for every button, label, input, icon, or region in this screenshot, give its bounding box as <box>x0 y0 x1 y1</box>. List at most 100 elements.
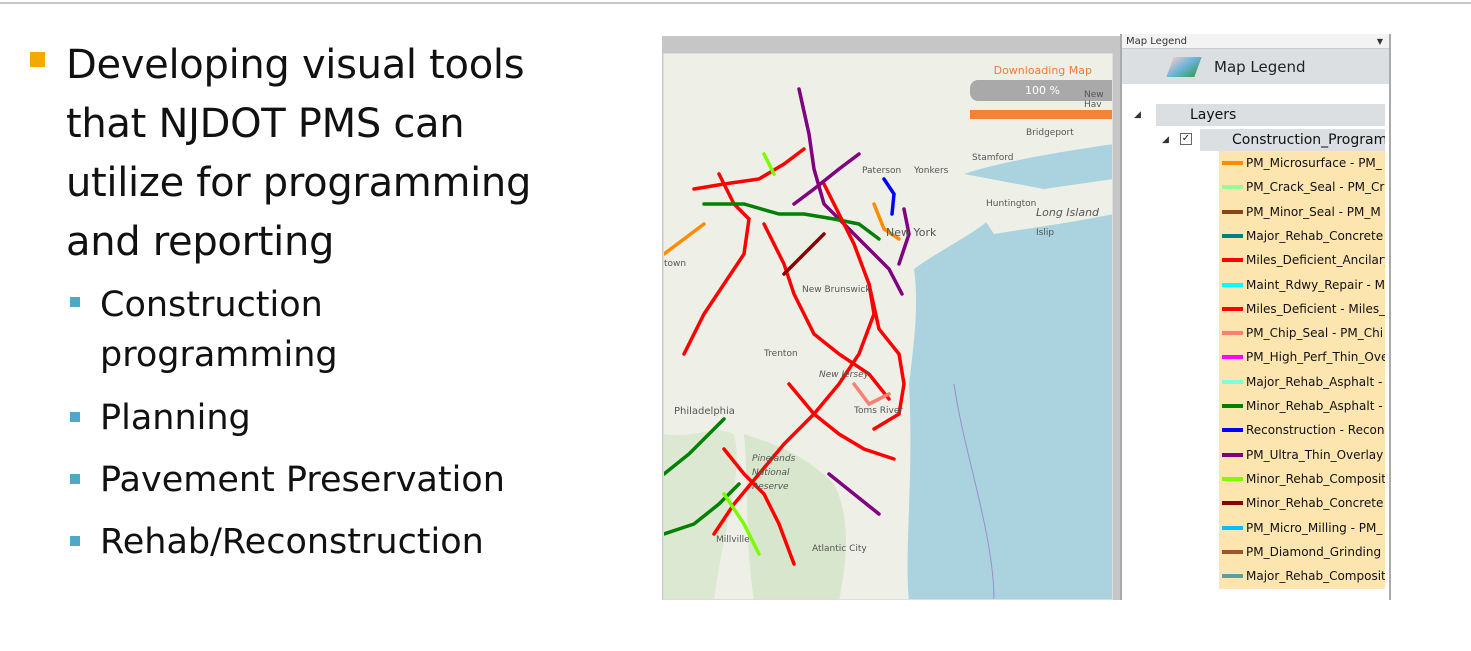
legend-title-bar: Map Legend <box>1122 49 1389 84</box>
legend-item-label: Minor_Rehab_Composit <box>1246 471 1385 486</box>
map-label: Millville <box>716 535 750 545</box>
legend-title: Map Legend <box>1214 57 1306 76</box>
map-view[interactable]: Downloading Map 100 % New Hav Bridgeport… <box>663 53 1113 600</box>
legend-swatch <box>1222 306 1243 311</box>
legend-item-label: PM_Crack_Seal - PM_Cr <box>1246 180 1385 195</box>
legend-swatch <box>1222 185 1243 190</box>
legend-item[interactable]: ✓Minor_Rehab_Composit <box>1219 467 1385 491</box>
legend-swatch <box>1222 331 1243 336</box>
map-label: New York <box>886 226 937 239</box>
legend-item[interactable]: ✓Major_Rehab_Composit <box>1219 564 1385 588</box>
legend-item[interactable]: ✓Minor_Rehab_Concrete <box>1219 491 1385 515</box>
sub-bullet-rehab: Rehab/Reconstruction <box>100 522 484 562</box>
legend-swatch <box>1222 549 1243 554</box>
legend-item-label: Minor_Rehab_Concrete <box>1246 496 1384 511</box>
legend-item[interactable]: ✓PM_Crack_Seal - PM_Cr <box>1219 175 1385 199</box>
collapse-triangle-icon[interactable]: ◢ <box>1134 110 1141 120</box>
legend-swatch <box>1222 258 1243 263</box>
legend-item[interactable]: ✓Maint_Rdwy_Repair - M <box>1219 273 1385 297</box>
legend-swatch <box>1222 476 1243 481</box>
map-label: New Hav <box>1084 90 1104 110</box>
legend-item-label: Maint_Rdwy_Repair - M <box>1246 277 1385 292</box>
legend-item-label: Minor_Rehab_Asphalt - <box>1246 399 1383 413</box>
map-label: Stamford <box>972 153 1014 163</box>
map-label: Paterson <box>862 166 902 176</box>
legend-item-label: PM_Chip_Seal - PM_Chi <box>1246 326 1384 341</box>
legend-item[interactable]: ✓PM_Minor_Seal - PM_M <box>1219 200 1385 224</box>
sub-bullet-marker <box>70 536 80 546</box>
legend-item-label: Major_Rehab_Concrete <box>1246 228 1384 243</box>
legend-swatch <box>1222 355 1243 360</box>
map-window: Downloading Map 100 % New Hav Bridgeport… <box>662 36 1120 600</box>
legend-item[interactable]: ✓Major_Rehab_Concrete <box>1219 224 1385 248</box>
map-label: New Jersey <box>819 370 869 380</box>
legend-item-label: Major_Rehab_Composit <box>1246 569 1385 584</box>
legend-swatch <box>1222 161 1243 165</box>
legend-swatch <box>1222 525 1243 530</box>
legend-swatch <box>1222 233 1243 238</box>
map-label: Atlantic City <box>812 544 867 554</box>
map-label: Trenton <box>764 349 798 359</box>
map-label: town <box>664 259 687 269</box>
sub-bullet-marker <box>70 297 80 307</box>
legend-item[interactable]: ✓Reconstruction - Recons <box>1219 418 1385 442</box>
map-label: Toms River <box>854 406 904 416</box>
slide-heading: Developing visual tools that NJDOT PMS c… <box>66 42 532 265</box>
legend-item[interactable]: ✓Miles_Deficient - Miles_ <box>1219 297 1385 321</box>
map-layers-icon <box>1166 56 1202 77</box>
legend-item-label: PM_High_Perf_Thin_Ove <box>1246 350 1385 365</box>
legend-item[interactable]: ✓Miles_Deficient_Ancilary <box>1219 248 1385 272</box>
legend-swatch <box>1222 501 1243 506</box>
dropdown-arrow-icon[interactable]: ▼ <box>1377 34 1383 49</box>
bullet-marker <box>30 52 45 67</box>
map-label: Huntington <box>986 199 1037 209</box>
group-checkbox[interactable]: ✓ <box>1180 133 1192 145</box>
legend-item-label: PM_Microsurface - PM_ <box>1246 156 1382 170</box>
legend-item[interactable]: ✓Major_Rehab_Asphalt - <box>1219 370 1385 394</box>
construction-program-node[interactable]: Construction_Program <box>1200 129 1385 151</box>
legend-item[interactable]: ✓PM_Ultra_Thin_Overlay <box>1219 443 1385 467</box>
legend-items: ✓PM_Microsurface - PM_✓PM_Crack_Seal - P… <box>1219 151 1385 589</box>
legend-item-label: Major_Rehab_Asphalt - <box>1246 374 1383 389</box>
legend-swatch <box>1222 379 1243 384</box>
download-progress-bar <box>970 110 1112 119</box>
map-legend-panel: Map Legend ▼ Map Legend ◢ Layers ◢ ✓ Con… <box>1120 34 1391 600</box>
legend-swatch <box>1222 574 1243 579</box>
legend-swatch <box>1222 209 1243 214</box>
legend-item-label: Miles_Deficient - Miles_ <box>1246 301 1385 316</box>
map-label: New Brunswick <box>802 285 871 295</box>
map-label: Bridgeport <box>1026 128 1074 138</box>
sub-bullet-marker <box>70 412 80 422</box>
sub-bullet-marker <box>70 474 80 484</box>
legend-swatch <box>1222 452 1243 457</box>
sub-bullet-construction: Construction programming <box>100 285 338 375</box>
legend-item[interactable]: ✓PM_Diamond_Grinding <box>1219 540 1385 564</box>
layers-node[interactable]: Layers <box>1156 104 1385 126</box>
map-label: Philadelphia <box>674 406 735 417</box>
legend-panel-header: Map Legend ▼ <box>1122 34 1389 49</box>
legend-item-label: PM_Minor_Seal - PM_M <box>1246 204 1381 219</box>
legend-item-label: PM_Micro_Milling - PM_ <box>1246 520 1383 535</box>
legend-item[interactable]: ✓PM_High_Perf_Thin_Ove <box>1219 345 1385 369</box>
collapse-triangle-icon[interactable]: ◢ <box>1162 135 1169 145</box>
map-label: Pinelands National Reserve <box>752 454 796 492</box>
legend-item[interactable]: ✓PM_Micro_Milling - PM_ <box>1219 516 1385 540</box>
legend-swatch <box>1222 282 1243 287</box>
map-label: Islip <box>1036 228 1055 238</box>
sub-bullet-planning: Planning <box>100 398 251 438</box>
legend-item[interactable]: ✓PM_Microsurface - PM_ <box>1219 151 1385 175</box>
legend-item[interactable]: ✓PM_Chip_Seal - PM_Chi <box>1219 321 1385 345</box>
legend-item-label: Miles_Deficient_Ancilary <box>1246 253 1385 268</box>
legend-item-label: PM_Diamond_Grinding <box>1246 544 1382 559</box>
download-status-label: Downloading Map <box>993 64 1092 77</box>
legend-item[interactable]: ✓Minor_Rehab_Asphalt - <box>1219 394 1385 418</box>
legend-item-label: PM_Ultra_Thin_Overlay <box>1246 447 1384 462</box>
legend-item-label: Reconstruction - Recons <box>1246 423 1385 438</box>
sub-bullet-preservation: Pavement Preservation <box>100 460 505 500</box>
slide-top-rule <box>0 2 1471 4</box>
legend-swatch <box>1222 404 1243 408</box>
legend-swatch <box>1222 428 1243 433</box>
map-label: Long Island <box>1036 206 1100 219</box>
legend-panel-title: Map Legend <box>1126 36 1188 47</box>
map-label: Yonkers <box>914 166 949 176</box>
